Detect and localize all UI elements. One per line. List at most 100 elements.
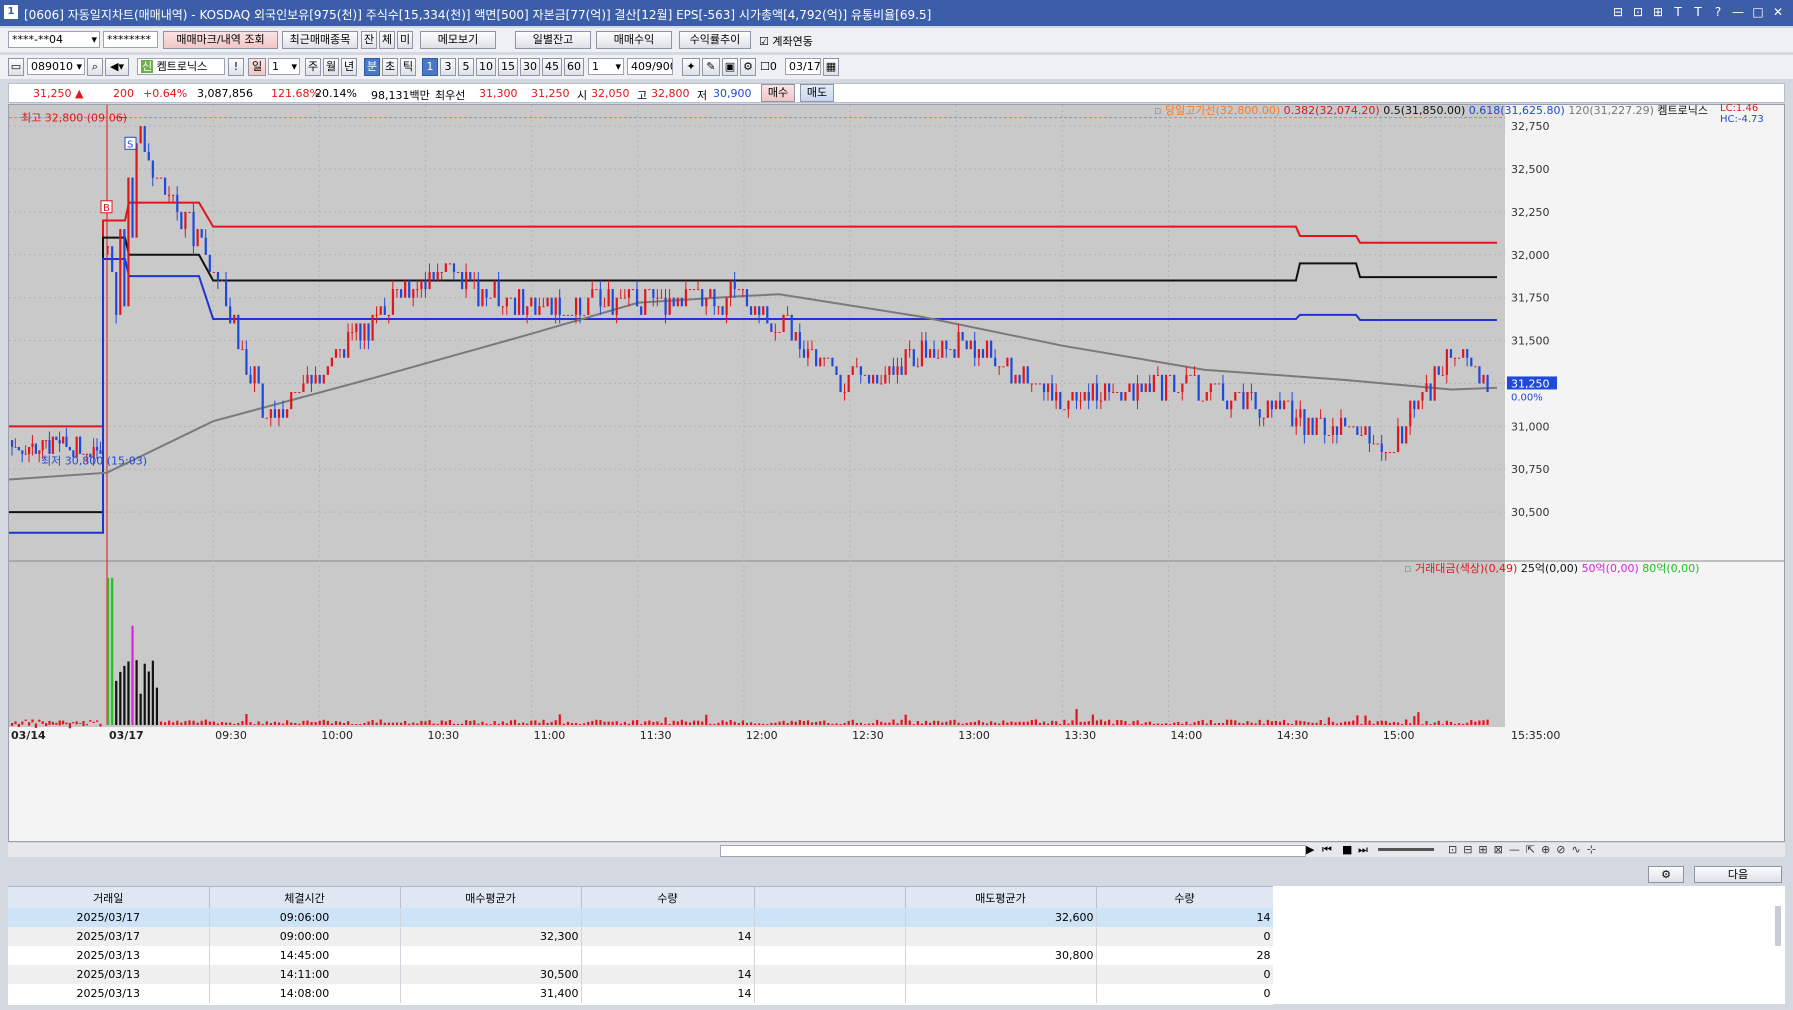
unfilled-button[interactable]: 미 [397, 31, 413, 49]
table-row[interactable]: 2025/03/17 09:06:00 32,600 14 [8, 908, 1274, 927]
candle-body [570, 314, 574, 316]
settings-icon[interactable]: ⚙ [740, 58, 756, 76]
day-count-select[interactable]: 1 ▾ [268, 58, 300, 75]
period-year-button[interactable]: 년 [341, 58, 357, 76]
return-trend-button[interactable]: 수익률추이 [679, 31, 751, 49]
volume-bar [859, 722, 863, 725]
close-icon[interactable]: ✕ [1771, 5, 1785, 19]
price-tick-label: 32,750 [1511, 120, 1550, 133]
minimize-icon[interactable]: — [1731, 5, 1745, 19]
price-volume-chart[interactable]: 32,750 32,500 32,250 32,000 31,750 31,500 31,2… [8, 105, 1784, 841]
period-day-button[interactable]: 일 [248, 58, 266, 76]
tile-icon[interactable]: ⊟ [1611, 5, 1625, 19]
save-icon[interactable]: ▣ [722, 58, 738, 76]
col-buy-avg[interactable]: 매수평균가 [400, 887, 582, 908]
interval-10-button[interactable]: 10 [476, 58, 496, 76]
candle-body [1327, 434, 1330, 436]
grid-settings-icon[interactable]: ⚙ [1648, 866, 1684, 883]
candle-body [1205, 392, 1208, 401]
volume-bar [424, 721, 427, 725]
balance-button[interactable]: 잔 [361, 31, 377, 49]
col-sell-avg[interactable]: 매도평균가 [905, 887, 1097, 908]
help-icon[interactable]: ? [1711, 5, 1725, 19]
period-month-button[interactable]: 월 [323, 58, 339, 76]
last-page-icon[interactable]: ⏭ [1358, 843, 1368, 857]
candle-body [107, 246, 110, 248]
sound-icon[interactable]: ◀▾ [105, 58, 129, 76]
legend-fib5: 0.5(31,850.00) [1383, 104, 1466, 117]
interval-custom-select[interactable]: 1 ▾ [588, 58, 624, 75]
chart-tool-icons[interactable]: ⊡⊟⊞⊠—⇱⊕⊘∿⊹ [1448, 843, 1602, 856]
interval-3-button[interactable]: 3 [440, 58, 456, 76]
sell-button[interactable]: 매도 [800, 84, 834, 102]
col-buy-qty[interactable]: 수량 [581, 887, 755, 908]
filled-button[interactable]: 체 [379, 31, 395, 49]
candle-body [1360, 434, 1363, 436]
recent-trades-button[interactable]: 최근매매종목 [282, 31, 358, 49]
next-button[interactable]: 다음 [1694, 866, 1782, 883]
password-field[interactable]: ******** [103, 31, 158, 48]
table-row[interactable]: 2025/03/17 09:00:00 32,300 14 0 [8, 927, 1274, 946]
restore-icon[interactable]: ⊡ [1631, 5, 1645, 19]
interval-30-button[interactable]: 30 [520, 58, 540, 76]
period-tick-button[interactable]: 틱 [400, 58, 416, 76]
stock-code-field[interactable]: 089010 ▾ [27, 58, 85, 75]
chart-area[interactable]: 32,750 32,500 32,250 32,000 31,750 31,500 31,2… [8, 103, 1785, 842]
zoom-slider[interactable] [1378, 848, 1434, 851]
alert-icon[interactable]: ! [228, 58, 244, 76]
col-sell-qty[interactable]: 수량 [1096, 887, 1274, 908]
candle-body [1449, 349, 1453, 358]
layout-icon[interactable]: ▭ [8, 58, 24, 76]
candle-body [477, 280, 480, 307]
interval-45-button[interactable]: 45 [542, 58, 562, 76]
zero-checkbox[interactable]: ☐0 [760, 60, 777, 73]
scroll-thumb[interactable] [720, 845, 1306, 857]
stop-icon[interactable]: ■ [1342, 843, 1352, 856]
volume-bar [1482, 720, 1485, 725]
data-count-field[interactable]: 409/900 [627, 58, 673, 75]
table-row[interactable]: 2025/03/13 14:11:00 30,500 14 0 [8, 965, 1274, 984]
table-row[interactable]: 2025/03/13 14:45:00 30,800 28 [8, 946, 1274, 965]
text-icon[interactable]: T [1691, 5, 1705, 19]
calendar-icon[interactable]: ▦ [823, 58, 839, 76]
interval-15-button[interactable]: 15 [498, 58, 518, 76]
maximize-panel-icon[interactable]: ⊞ [1651, 5, 1665, 19]
candle-body [1291, 400, 1294, 427]
interval-60-button[interactable]: 60 [564, 58, 584, 76]
candle-body [583, 314, 586, 316]
table-row[interactable]: 2025/03/13 14:08:00 31,400 14 0 [8, 984, 1274, 1003]
account-link-checkbox[interactable]: ☑ 계좌연동 [759, 33, 813, 49]
candle-body [229, 306, 232, 324]
period-second-button[interactable]: 초 [382, 58, 398, 76]
trade-mark-button[interactable]: 매매마크/내역 조회 [163, 31, 278, 49]
memo-button[interactable]: 메모보기 [420, 31, 496, 49]
trade-profit-button[interactable]: 매매수익 [596, 31, 672, 49]
candle-body [1055, 392, 1058, 401]
daily-balance-button[interactable]: 일별잔고 [515, 31, 591, 49]
scroll-right-icon[interactable]: ▶ [1306, 843, 1314, 856]
candle-body [245, 349, 248, 375]
period-week-button[interactable]: 주 [305, 58, 321, 76]
indicator-icon[interactable]: ✦ [682, 58, 700, 76]
chart-scrollbar[interactable]: ▶ ⏮ ■ ⏭ ⊡⊟⊞⊠—⇱⊕⊘∿⊹ [8, 843, 1785, 857]
font-icon[interactable]: T [1671, 5, 1685, 19]
candle-body [115, 271, 118, 315]
draw-tool-icon[interactable]: ✎ [702, 58, 720, 76]
first-page-icon[interactable]: ⏮ [1322, 843, 1332, 857]
interval-1-button[interactable]: 1 [422, 58, 438, 76]
maximize-icon[interactable]: □ [1751, 5, 1765, 19]
buy-button[interactable]: 매수 [761, 84, 795, 102]
candle-body [233, 314, 236, 324]
time-tick-label: 11:30 [640, 729, 672, 742]
volume-bar [737, 723, 740, 725]
col-trade-date[interactable]: 거래일 [8, 887, 210, 908]
grid-scrollbar[interactable] [1775, 906, 1781, 946]
search-icon[interactable]: ⌕ [87, 58, 103, 76]
stock-name-field[interactable]: 신 켐트로닉스 [137, 58, 225, 75]
period-minute-button[interactable]: 분 [364, 58, 380, 76]
candle-body [566, 314, 570, 316]
account-select[interactable]: ****-**04 ▾ [8, 31, 100, 48]
date-field[interactable]: 03/17 [785, 58, 821, 75]
interval-5-button[interactable]: 5 [458, 58, 474, 76]
col-exec-time[interactable]: 체결시간 [209, 887, 401, 908]
